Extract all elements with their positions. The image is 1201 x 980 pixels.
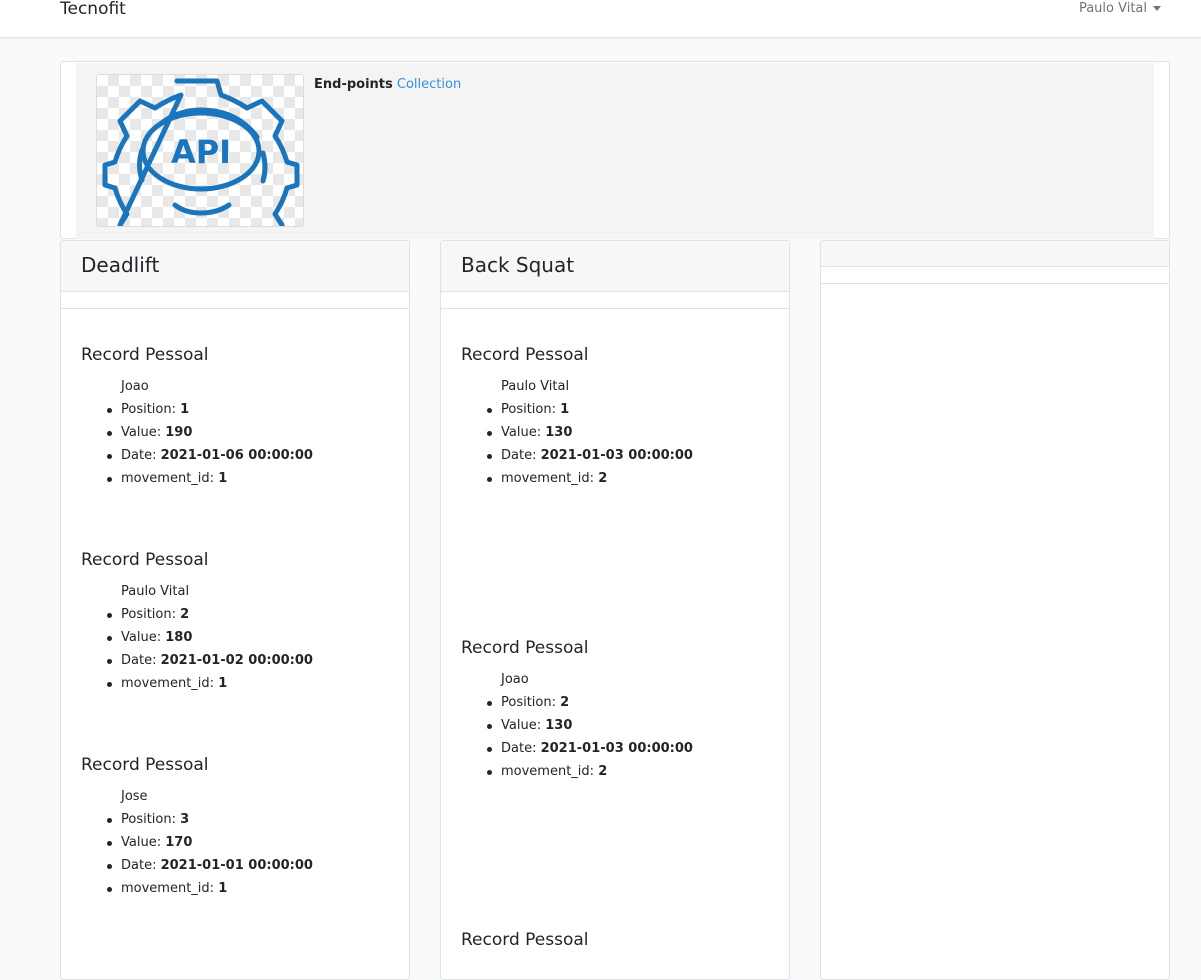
api-header-inner: API End-points Collection: [76, 63, 1154, 239]
card-subheader: [61, 292, 409, 309]
user-name: Paulo Vital: [1078, 1, 1147, 16]
api-gear-icon: API: [102, 78, 300, 226]
athlete-name: Joao: [121, 379, 149, 394]
brand-link[interactable]: Tecnofit: [60, 0, 126, 19]
record-movement-id: movement_id: 2: [487, 471, 771, 494]
top-navbar: Tecnofit Paulo Vital: [0, 0, 1201, 38]
record-movement-id: movement_id: 1: [107, 676, 391, 699]
record-value: Value: 190: [107, 425, 391, 448]
record-value: Value: 170: [107, 835, 391, 858]
card-title: Back Squat: [441, 241, 789, 292]
athlete-name: Jose: [121, 789, 148, 804]
record-item: Record Pessoal Joao Position: 1 Value: 1…: [81, 345, 391, 494]
endpoints-label: End-points: [314, 77, 393, 92]
record-movement-id: movement_id: 2: [487, 764, 771, 787]
movement-card-deadlift: Deadlift Record Pessoal Joao Position: 1…: [60, 240, 410, 980]
record-heading: Record Pessoal: [461, 638, 589, 658]
record-date: Date: 2021-01-03 00:00:00: [487, 741, 771, 764]
record-heading: Record Pessoal: [461, 930, 589, 950]
card-subheader: [441, 292, 789, 309]
movement-card-empty: [820, 240, 1170, 980]
record-position: Position: 2: [487, 695, 771, 718]
athlete-name: Paulo Vital: [121, 584, 190, 599]
endpoints-line: End-points Collection: [314, 77, 461, 92]
record-item: Record Pessoal Paulo Vital Position: 1 V…: [461, 345, 771, 494]
api-gear-image: API: [96, 74, 304, 227]
record-position: Position: 3: [107, 812, 391, 835]
api-header-card: API End-points Collection: [60, 61, 1170, 239]
collection-link[interactable]: Collection: [397, 77, 461, 92]
record-details: Position: 2 Value: 130 Date: 2021-01-03 …: [487, 695, 771, 787]
record-position: Position: 1: [487, 402, 771, 425]
record-details: Position: 1 Value: 130 Date: 2021-01-03 …: [487, 402, 771, 494]
record-details: Position: 1 Value: 190 Date: 2021-01-06 …: [107, 402, 391, 494]
chevron-down-icon: [1153, 6, 1161, 11]
athlete-name: Joao: [501, 672, 529, 687]
record-heading: Record Pessoal: [81, 345, 209, 365]
record-heading: Record Pessoal: [461, 345, 589, 365]
movement-card-back-squat: Back Squat Record Pessoal Paulo Vital Po…: [440, 240, 790, 980]
record-details: Position: 2 Value: 180 Date: 2021-01-02 …: [107, 607, 391, 699]
record-position: Position: 1: [107, 402, 391, 425]
user-dropdown[interactable]: Paulo Vital: [1079, 1, 1161, 16]
record-movement-id: movement_id: 1: [107, 881, 391, 904]
record-date: Date: 2021-01-06 00:00:00: [107, 448, 391, 471]
record-value: Value: 130: [487, 425, 771, 448]
api-image-label: API: [171, 133, 231, 171]
record-date: Date: 2021-01-01 00:00:00: [107, 858, 391, 881]
record-value: Value: 180: [107, 630, 391, 653]
record-details: Position: 3 Value: 170 Date: 2021-01-01 …: [107, 812, 391, 904]
record-item: Record Pessoal: [461, 930, 771, 964]
record-value: Value: 130: [487, 718, 771, 741]
record-heading: Record Pessoal: [81, 550, 209, 570]
card-title: Deadlift: [61, 241, 409, 292]
record-item: Record Pessoal Paulo Vital Position: 2 V…: [81, 550, 391, 699]
record-item: Record Pessoal Jose Position: 3 Value: 1…: [81, 755, 391, 904]
record-date: Date: 2021-01-03 00:00:00: [487, 448, 771, 471]
card-title: [821, 241, 1169, 267]
record-movement-id: movement_id: 1: [107, 471, 391, 494]
athlete-name: Paulo Vital: [501, 379, 570, 394]
record-heading: Record Pessoal: [81, 755, 209, 775]
card-subheader: [821, 267, 1169, 284]
record-item: Record Pessoal Joao Position: 2 Value: 1…: [461, 638, 771, 787]
record-position: Position: 2: [107, 607, 391, 630]
record-date: Date: 2021-01-02 00:00:00: [107, 653, 391, 676]
